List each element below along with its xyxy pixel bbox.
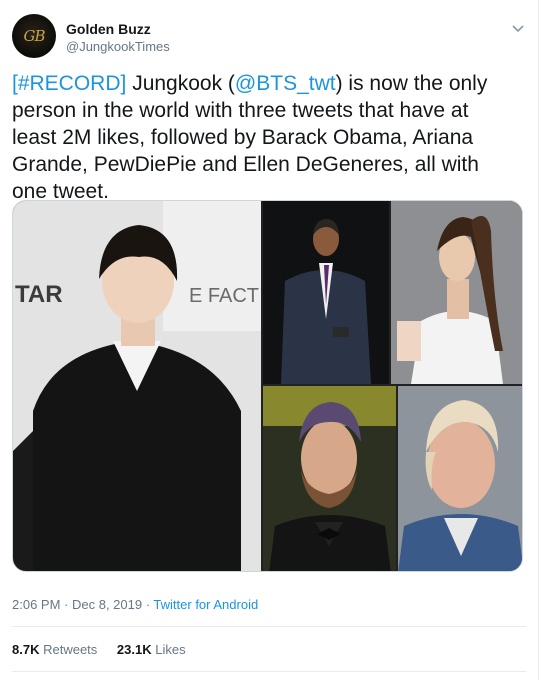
tweet-stats: 8.7K Retweets 23.1K Likes <box>12 642 202 657</box>
meta-separator: · <box>142 597 154 612</box>
avatar-monogram: GB <box>23 27 45 45</box>
likes-stat[interactable]: 23.1K Likes <box>117 642 186 657</box>
hashtag-link[interactable]: [#RECORD] <box>12 72 126 95</box>
author-names: Golden Buzz @JungkookTimes <box>66 20 170 56</box>
photo-jungkook[interactable]: TAR E FACT <box>13 201 261 571</box>
likes-count: 23.1K <box>116 642 152 657</box>
divider <box>12 671 526 672</box>
tweet-header: GB Golden Buzz @JungkookTimes <box>12 14 526 64</box>
backdrop-text-left: TAR <box>15 281 63 308</box>
photo-ellen-degeneres[interactable] <box>398 386 522 571</box>
author-handle[interactable]: @JungkookTimes <box>66 38 170 56</box>
divider <box>12 626 526 627</box>
tweet-meta: 2:06 PM · Dec 8, 2019 · Twitter for Andr… <box>12 597 258 612</box>
photo-ariana-grande[interactable] <box>391 201 522 384</box>
mention-link[interactable]: @BTS_twt <box>235 72 336 95</box>
photo-pewdiepie[interactable] <box>263 386 396 571</box>
photo-obama[interactable] <box>263 201 389 384</box>
media-grid: TAR E FACT <box>12 200 523 572</box>
meta-separator: · <box>60 597 72 612</box>
author-display-name[interactable]: Golden Buzz <box>66 20 170 38</box>
tweet-text: [#RECORD] Jungkook (@BTS_twt) is now the… <box>12 70 512 205</box>
retweets-label: Retweets <box>43 642 98 657</box>
likes-label: Likes <box>155 642 186 657</box>
retweets-count: 8.7K <box>12 642 40 657</box>
tweet-time[interactable]: 2:06 PM <box>12 597 60 612</box>
tweet-card: GB Golden Buzz @JungkookTimes [#RECORD] … <box>0 0 539 680</box>
chevron-down-icon[interactable] <box>510 20 526 36</box>
tweet-date[interactable]: Dec 8, 2019 <box>72 597 142 612</box>
avatar[interactable]: GB <box>12 14 56 58</box>
retweets-stat[interactable]: 8.7K Retweets <box>12 642 97 657</box>
tweet-text-part-1: Jungkook ( <box>126 72 235 95</box>
backdrop-text-right: E FACT <box>189 285 260 307</box>
tweet-source-link[interactable]: Twitter for Android <box>153 597 258 612</box>
